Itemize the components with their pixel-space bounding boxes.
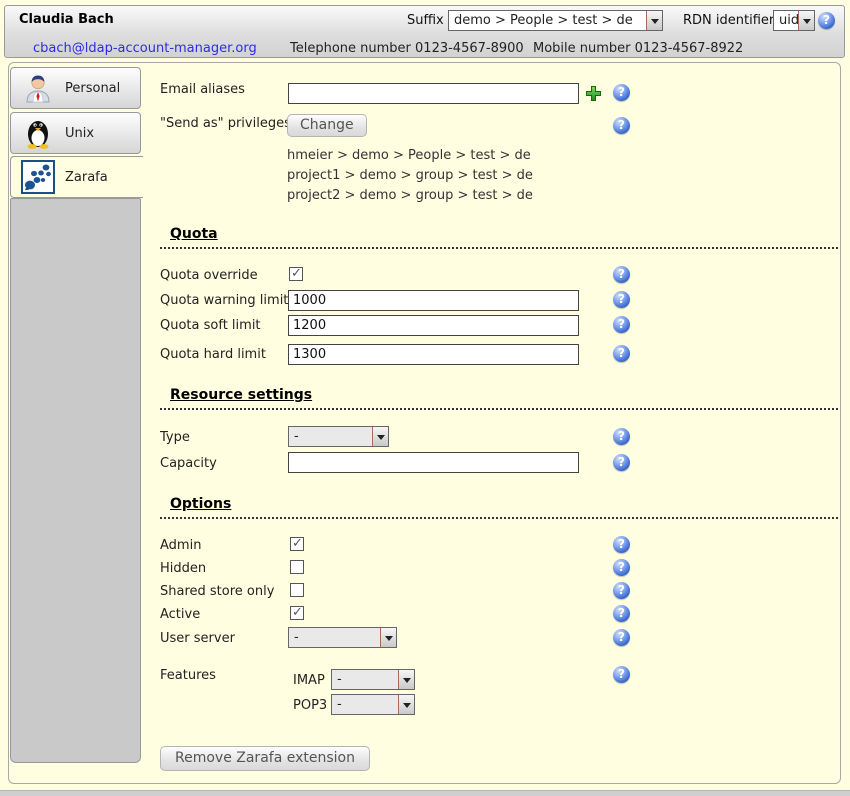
- pop3-select[interactable]: -: [331, 694, 415, 715]
- rdn-identifier-label: RDN identifier: [683, 13, 774, 28]
- suffix-label: Suffix: [407, 13, 444, 28]
- imap-select[interactable]: -: [331, 669, 415, 690]
- chevron-down-icon: [798, 11, 814, 30]
- header-contact-row: cbach@ldap-account-manager.org Telephone…: [5, 36, 844, 58]
- help-icon[interactable]: [613, 605, 630, 622]
- options-section-header: Options: [160, 496, 838, 519]
- chevron-down-icon: [372, 427, 388, 446]
- add-icon[interactable]: [585, 85, 602, 106]
- resource-section-title: Resource settings: [170, 387, 312, 403]
- help-icon[interactable]: [613, 428, 630, 445]
- mobile-number: Mobile number 0123-4567-8922: [533, 41, 743, 56]
- type-label: Type: [160, 430, 190, 445]
- hidden-label: Hidden: [160, 561, 206, 576]
- help-icon[interactable]: [818, 12, 835, 29]
- chevron-down-icon: [398, 670, 414, 689]
- quota-override-label: Quota override: [160, 268, 258, 283]
- penguin-icon: [21, 116, 55, 150]
- send-as-list: hmeier > demo > People > test > de proje…: [287, 146, 533, 206]
- quota-soft-label: Quota soft limit: [160, 318, 261, 333]
- email-aliases-input[interactable]: [288, 83, 579, 104]
- tab-personal[interactable]: Personal: [10, 67, 141, 109]
- change-button[interactable]: Change: [287, 114, 367, 137]
- user-server-select-value: -: [289, 628, 380, 647]
- chevron-down-icon: [398, 695, 414, 714]
- sidebar-panel: [10, 198, 141, 763]
- tab-unix-label: Unix: [65, 126, 94, 141]
- active-checkbox[interactable]: [290, 606, 304, 620]
- suffix-select[interactable]: demo > People > test > de: [448, 10, 663, 31]
- tab-zarafa-label: Zarafa: [65, 170, 108, 185]
- quota-hard-label: Quota hard limit: [160, 347, 266, 362]
- help-icon[interactable]: [613, 666, 630, 683]
- help-icon[interactable]: [613, 345, 630, 362]
- quota-override-checkbox[interactable]: [289, 267, 303, 281]
- help-icon[interactable]: [613, 536, 630, 553]
- zarafa-account-page: Claudia Bach Suffix demo > People > test…: [0, 0, 850, 796]
- admin-checkbox[interactable]: [290, 537, 304, 551]
- admin-label: Admin: [160, 538, 201, 553]
- person-icon: [21, 71, 55, 105]
- type-select-value: -: [289, 427, 372, 446]
- chevron-down-icon: [646, 11, 662, 30]
- zarafa-icon: [21, 160, 55, 194]
- imap-select-value: -: [332, 670, 398, 689]
- help-icon[interactable]: [613, 454, 630, 471]
- remove-zarafa-extension-button[interactable]: Remove Zarafa extension: [160, 746, 370, 771]
- email-link[interactable]: cbach@ldap-account-manager.org: [33, 41, 257, 56]
- email-aliases-label: Email aliases: [160, 82, 245, 97]
- options-section-title: Options: [170, 496, 231, 512]
- features-label: Features: [160, 668, 216, 683]
- shared-store-only-checkbox[interactable]: [290, 583, 304, 597]
- shared-store-only-label: Shared store only: [160, 584, 274, 599]
- account-header: Claudia Bach Suffix demo > People > test…: [4, 5, 845, 58]
- tab-unix[interactable]: Unix: [10, 112, 141, 154]
- quota-warning-input[interactable]: [288, 290, 579, 311]
- chevron-down-icon: [380, 628, 396, 647]
- imap-label: IMAP: [293, 673, 325, 688]
- suffix-select-value: demo > People > test > de: [449, 11, 646, 30]
- tab-personal-label: Personal: [65, 81, 120, 96]
- rdn-identifier-select[interactable]: uid: [773, 10, 815, 31]
- help-icon[interactable]: [613, 84, 630, 101]
- send-as-entry: project1 > demo > group > test > de: [287, 166, 533, 186]
- send-as-entry: project2 > demo > group > test > de: [287, 186, 533, 206]
- active-label: Active: [160, 607, 200, 622]
- resource-section-header: Resource settings: [160, 387, 838, 410]
- quota-section-header: Quota: [160, 226, 838, 249]
- quota-warning-label: Quota warning limit: [160, 293, 288, 308]
- account-name: Claudia Bach: [19, 12, 114, 27]
- capacity-label: Capacity: [160, 456, 217, 471]
- window-bottom-edge: [0, 790, 850, 796]
- quota-section-title: Quota: [170, 226, 218, 242]
- pop3-label: POP3: [293, 698, 327, 713]
- pop3-select-value: -: [332, 695, 398, 714]
- help-icon[interactable]: [613, 559, 630, 576]
- type-select[interactable]: -: [288, 426, 389, 447]
- help-icon[interactable]: [613, 266, 630, 283]
- send-as-entry: hmeier > demo > People > test > de: [287, 146, 533, 166]
- user-server-select[interactable]: -: [288, 627, 397, 648]
- capacity-input[interactable]: [288, 452, 579, 473]
- user-server-label: User server: [160, 631, 235, 646]
- tab-zarafa[interactable]: Zarafa: [10, 156, 143, 198]
- help-icon[interactable]: [613, 291, 630, 308]
- hidden-checkbox[interactable]: [290, 560, 304, 574]
- telephone-number: Telephone number 0123-4567-8900: [290, 41, 524, 56]
- help-icon[interactable]: [613, 582, 630, 599]
- rdn-select-value: uid: [774, 11, 798, 30]
- send-as-label: "Send as" privileges: [160, 116, 291, 131]
- help-icon[interactable]: [613, 316, 630, 333]
- help-icon[interactable]: [613, 629, 630, 646]
- help-icon[interactable]: [613, 117, 630, 134]
- quota-soft-input[interactable]: [288, 315, 579, 336]
- quota-hard-input[interactable]: [288, 344, 579, 365]
